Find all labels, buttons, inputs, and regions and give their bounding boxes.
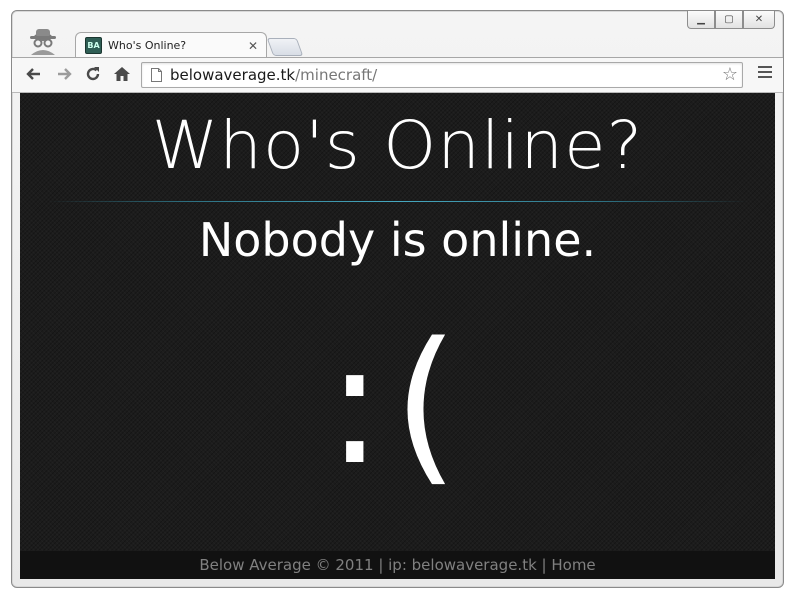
page-content: Who's Online? Nobody is online. :( Below…	[20, 93, 775, 579]
page-icon	[151, 68, 162, 82]
sad-emoticon: :(	[326, 306, 469, 502]
url-path: /minecraft/	[295, 66, 378, 84]
favicon: BA	[85, 37, 102, 54]
star-icon[interactable]: ☆	[722, 64, 738, 85]
footer: Below Average © 2011 | ip: belowaverage.…	[20, 551, 775, 579]
new-tab-button[interactable]	[266, 38, 304, 56]
url-host: belowaverage.tk	[170, 66, 296, 84]
back-icon[interactable]	[24, 64, 44, 84]
footer-home-link[interactable]: Home	[551, 556, 595, 574]
divider	[48, 201, 748, 202]
footer-copyright: Below Average © 2011	[199, 556, 374, 574]
home-icon[interactable]	[112, 64, 132, 84]
url-text: belowaverage.tk/minecraft/	[170, 66, 377, 84]
incognito-icon	[30, 29, 56, 55]
minimize-button[interactable]: ▁	[687, 11, 715, 29]
maximize-button[interactable]: ▢	[715, 11, 743, 29]
window-controls: ▁ ▢ ✕	[687, 11, 775, 29]
toolbar: belowaverage.tk/minecraft/ ☆	[12, 57, 783, 93]
reload-icon[interactable]	[83, 64, 103, 84]
close-icon[interactable]: ✕	[248, 39, 258, 53]
footer-ip: ip: belowaverage.tk	[388, 556, 537, 574]
footer-separator: |	[373, 556, 389, 574]
address-bar[interactable]: belowaverage.tk/minecraft/ ☆	[141, 62, 743, 88]
forward-icon[interactable]	[54, 64, 74, 84]
footer-separator: |	[536, 556, 552, 574]
close-window-button[interactable]: ✕	[743, 11, 775, 29]
online-status: Nobody is online.	[198, 213, 597, 267]
browser-window: ▁ ▢ ✕ BA Who's Online? ✕ belowaverage.tk…	[11, 10, 784, 588]
page-heading: Who's Online?	[151, 107, 644, 184]
tab-title: Who's Online?	[108, 39, 187, 52]
tab-whos-online[interactable]: BA Who's Online? ✕	[75, 32, 267, 58]
menu-icon[interactable]	[758, 66, 772, 81]
